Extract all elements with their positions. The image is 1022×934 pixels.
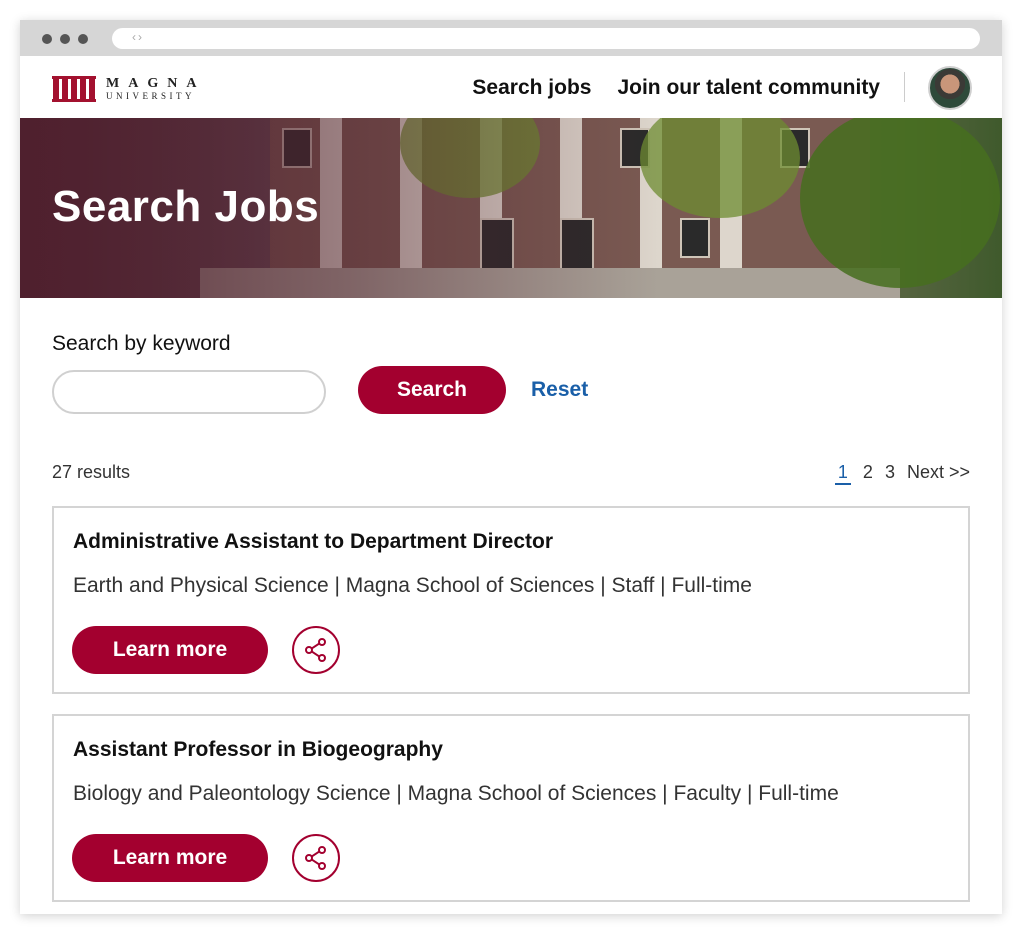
search-row: Search Reset	[52, 366, 970, 416]
share-button[interactable]	[292, 834, 340, 882]
page-title: Search Jobs	[52, 182, 320, 231]
job-card: Administrative Assistant to Department D…	[52, 506, 970, 694]
job-card: Assistant Professor in Biogeography Biol…	[52, 714, 970, 902]
window-dot-icon	[78, 34, 88, 44]
share-icon	[305, 638, 326, 662]
address-bar[interactable]: ‹›	[112, 28, 980, 49]
page-link-1[interactable]: 1	[834, 462, 851, 485]
results-bar: 27 results 1 2 3 Next >>	[52, 462, 970, 486]
code-brackets-icon: ‹›	[132, 30, 144, 44]
user-avatar[interactable]	[928, 66, 972, 110]
reset-link[interactable]: Reset	[531, 378, 588, 402]
search-label: Search by keyword	[52, 332, 231, 355]
pagination: 1 2 3 Next >>	[834, 462, 970, 485]
window-dot-icon	[42, 34, 52, 44]
page-link-3[interactable]: 3	[885, 462, 895, 485]
share-icon	[305, 846, 326, 870]
job-meta: Biology and Paleontology Science | Magna…	[73, 782, 839, 805]
hero-banner: Search Jobs	[20, 118, 1002, 298]
nav-links: Search jobs Join our talent community	[472, 76, 880, 100]
next-page-link[interactable]: Next >>	[907, 462, 970, 485]
keyword-search-input[interactable]	[52, 370, 326, 414]
share-button[interactable]	[292, 626, 340, 674]
page-link-2[interactable]: 2	[863, 462, 873, 485]
job-meta: Earth and Physical Science | Magna Schoo…	[73, 574, 752, 597]
window-dot-icon	[60, 34, 70, 44]
nav-talent-community-link[interactable]: Join our talent community	[617, 76, 880, 100]
browser-window: ‹› MAGNA UNIVERSITY Search jobs Join our…	[20, 20, 1002, 914]
job-title[interactable]: Assistant Professor in Biogeography	[73, 738, 443, 762]
learn-more-button[interactable]: Learn more	[72, 834, 268, 882]
nav-search-jobs-link[interactable]: Search jobs	[472, 76, 591, 100]
results-count: 27 results	[52, 462, 131, 482]
top-navigation: MAGNA UNIVERSITY Search jobs Join our ta…	[20, 56, 1002, 118]
logo-columns-icon	[52, 76, 96, 102]
logo-name: MAGNA	[106, 76, 206, 91]
main-content: Search by keyword Search Reset 27 result…	[52, 332, 970, 902]
job-title[interactable]: Administrative Assistant to Department D…	[73, 530, 553, 554]
browser-chrome: ‹›	[20, 20, 1002, 56]
nav-divider	[904, 72, 905, 102]
logo-subtitle: UNIVERSITY	[106, 91, 195, 101]
learn-more-button[interactable]: Learn more	[72, 626, 268, 674]
search-button[interactable]: Search	[358, 366, 506, 414]
university-logo[interactable]: MAGNA UNIVERSITY	[52, 76, 205, 102]
